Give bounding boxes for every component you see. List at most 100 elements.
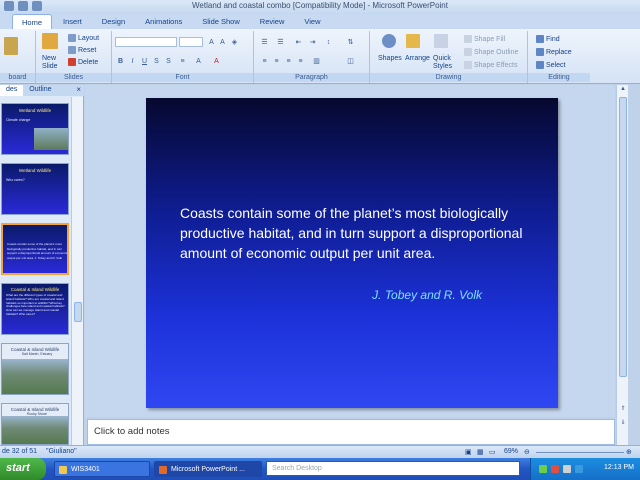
styles-label[interactable]: Styles	[433, 63, 452, 70]
zoom-in-icon[interactable]: ⊕	[626, 448, 632, 456]
tab-insert[interactable]: Insert	[54, 14, 91, 29]
slide-counter: de 32 of 51	[2, 448, 38, 455]
arrange-label[interactable]: Arrange	[405, 55, 430, 62]
bullets-icon[interactable]: ☰	[260, 38, 269, 47]
current-slide[interactable]: Coasts contain some of the planet’s most…	[146, 98, 558, 408]
taskbar-item-folder[interactable]: WIS3401	[54, 461, 150, 477]
arrange-icon[interactable]	[406, 34, 422, 48]
shape-outline-button[interactable]: Shape Outline	[464, 48, 518, 56]
slide-scrollbar[interactable]: ▲ ⇑ ⇓	[616, 85, 628, 445]
start-button[interactable]: start	[0, 458, 46, 480]
tray-network-icon[interactable]	[539, 465, 547, 473]
theme-name: "Giuliano"	[46, 448, 77, 455]
line-spacing-icon[interactable]: ↕	[324, 38, 333, 47]
quick-label[interactable]: Quick	[433, 55, 451, 62]
find-button[interactable]: Find	[536, 35, 560, 43]
delete-button[interactable]: Delete	[68, 58, 98, 66]
system-tray: 12:13 PM	[530, 458, 640, 480]
quick-styles-icon[interactable]	[434, 34, 450, 48]
slide-thumbnail-selected[interactable]: Coasts contain some of the planet's most…	[1, 223, 69, 275]
panel-scrollbar-thumb[interactable]	[74, 302, 82, 322]
tray-security-icon[interactable]	[551, 465, 559, 473]
slide-thumbnail[interactable]: Wetland Wildlife Climate change	[1, 103, 69, 155]
shrink-font-icon[interactable]: A	[218, 38, 227, 47]
zoom-level[interactable]: 69%	[504, 448, 518, 455]
align-left-icon[interactable]: ≡	[260, 57, 269, 66]
tab-view[interactable]: View	[295, 14, 329, 29]
new-slide-label[interactable]: New	[42, 55, 56, 62]
slide-thumbnail[interactable]: Coastal & Island Wildlife Rocky Shore	[1, 403, 69, 445]
zoom-slider[interactable]	[536, 452, 624, 453]
slide-sorter-icon[interactable]: ▦	[477, 448, 484, 456]
tab-review[interactable]: Review	[251, 14, 294, 29]
numbering-icon[interactable]: ☰	[276, 38, 285, 47]
align-center-icon[interactable]: ≡	[272, 57, 281, 66]
italic-icon[interactable]: I	[128, 57, 137, 66]
normal-view-icon[interactable]: ▣	[465, 448, 472, 456]
tray-volume-icon[interactable]	[563, 465, 571, 473]
grow-font-icon[interactable]: A	[207, 38, 216, 47]
shape-fill-button[interactable]: Shape Fill	[464, 35, 505, 43]
tab-slide-show[interactable]: Slide Show	[193, 14, 249, 29]
paste-icon[interactable]	[4, 37, 20, 55]
font-color-icon[interactable]: A	[212, 57, 221, 66]
decrease-indent-icon[interactable]: ⇤	[294, 38, 303, 47]
clear-format-icon[interactable]: ◈	[230, 38, 239, 47]
smartart-icon[interactable]: ◫	[346, 57, 355, 66]
slide-thumbnail[interactable]: Wetland Wildlife Who cares?	[1, 163, 69, 215]
tab-slides[interactable]: des	[0, 85, 24, 96]
notes-pane[interactable]: Click to add notes	[87, 419, 615, 445]
next-slide-icon[interactable]: ⇓	[618, 419, 628, 426]
text-direction-icon[interactable]: ⇅	[346, 38, 355, 47]
thumb-body: Who cares?	[6, 178, 25, 182]
panel-scrollbar[interactable]	[71, 97, 83, 445]
replace-button[interactable]: Replace	[536, 48, 572, 56]
strikethrough-icon[interactable]: S	[152, 57, 161, 66]
slide-thumbnail[interactable]: Coastal & Island Wildlife What are the d…	[1, 283, 69, 335]
change-case-icon[interactable]: A	[194, 57, 203, 66]
clipboard-group: board	[0, 31, 36, 83]
shapes-label[interactable]: Shapes	[378, 55, 402, 62]
thumb-body: What are the different types of coastal …	[6, 293, 65, 316]
slide-scrollbar-thumb[interactable]	[619, 97, 627, 377]
spacing-icon[interactable]: ≡	[178, 57, 187, 66]
desktop-search-input[interactable]: Search Desktop	[266, 461, 520, 476]
ribbon: board New Slide Layout Reset Delete Slid…	[0, 29, 640, 84]
tab-design[interactable]: Design	[93, 14, 134, 29]
new-slide-label-2[interactable]: Slide	[42, 63, 58, 70]
tab-outline[interactable]: Outline	[23, 85, 57, 96]
shadow-icon[interactable]: S	[164, 57, 173, 66]
thumb-body: Climate change	[6, 118, 31, 122]
align-right-icon[interactable]: ≡	[284, 57, 293, 66]
taskbar-item-powerpoint[interactable]: Microsoft PowerPoint ...	[154, 461, 262, 477]
replace-icon	[536, 48, 544, 56]
tray-app-icon[interactable]	[575, 465, 583, 473]
scroll-up-icon[interactable]: ▲	[618, 86, 628, 92]
slide-quote-text[interactable]: Coasts contain some of the planet’s most…	[180, 203, 540, 263]
shapes-icon[interactable]	[382, 34, 398, 48]
tab-home[interactable]: Home	[12, 14, 53, 29]
columns-icon[interactable]: ▥	[312, 57, 321, 66]
layout-button[interactable]: Layout	[68, 34, 99, 42]
reset-icon	[68, 46, 76, 54]
font-name-box[interactable]	[115, 37, 177, 47]
shape-effects-button[interactable]: Shape Effects	[464, 61, 517, 69]
layout-icon	[68, 34, 76, 42]
reset-button[interactable]: Reset	[68, 46, 96, 54]
slides-group-label: Slides	[36, 73, 111, 82]
justify-icon[interactable]: ≡	[296, 57, 305, 66]
close-panel-icon[interactable]: ×	[76, 85, 81, 94]
bold-icon[interactable]: B	[116, 57, 125, 66]
slide-thumbnail[interactable]: Coastal & Island Wildlife Salt Marsh, Es…	[1, 343, 69, 395]
slide-author-text[interactable]: J. Tobey and R. Volk	[372, 288, 482, 302]
new-slide-icon[interactable]	[42, 33, 60, 49]
zoom-out-icon[interactable]: ⊖	[524, 448, 530, 456]
previous-slide-icon[interactable]: ⇑	[618, 405, 628, 412]
ribbon-tabs: Home Insert Design Animations Slide Show…	[0, 14, 640, 29]
font-size-box[interactable]	[179, 37, 203, 47]
select-button[interactable]: Select	[536, 61, 565, 69]
underline-icon[interactable]: U	[140, 57, 149, 66]
increase-indent-icon[interactable]: ⇥	[308, 38, 317, 47]
slide-show-icon[interactable]: ▭	[489, 448, 496, 456]
tab-animations[interactable]: Animations	[136, 14, 191, 29]
